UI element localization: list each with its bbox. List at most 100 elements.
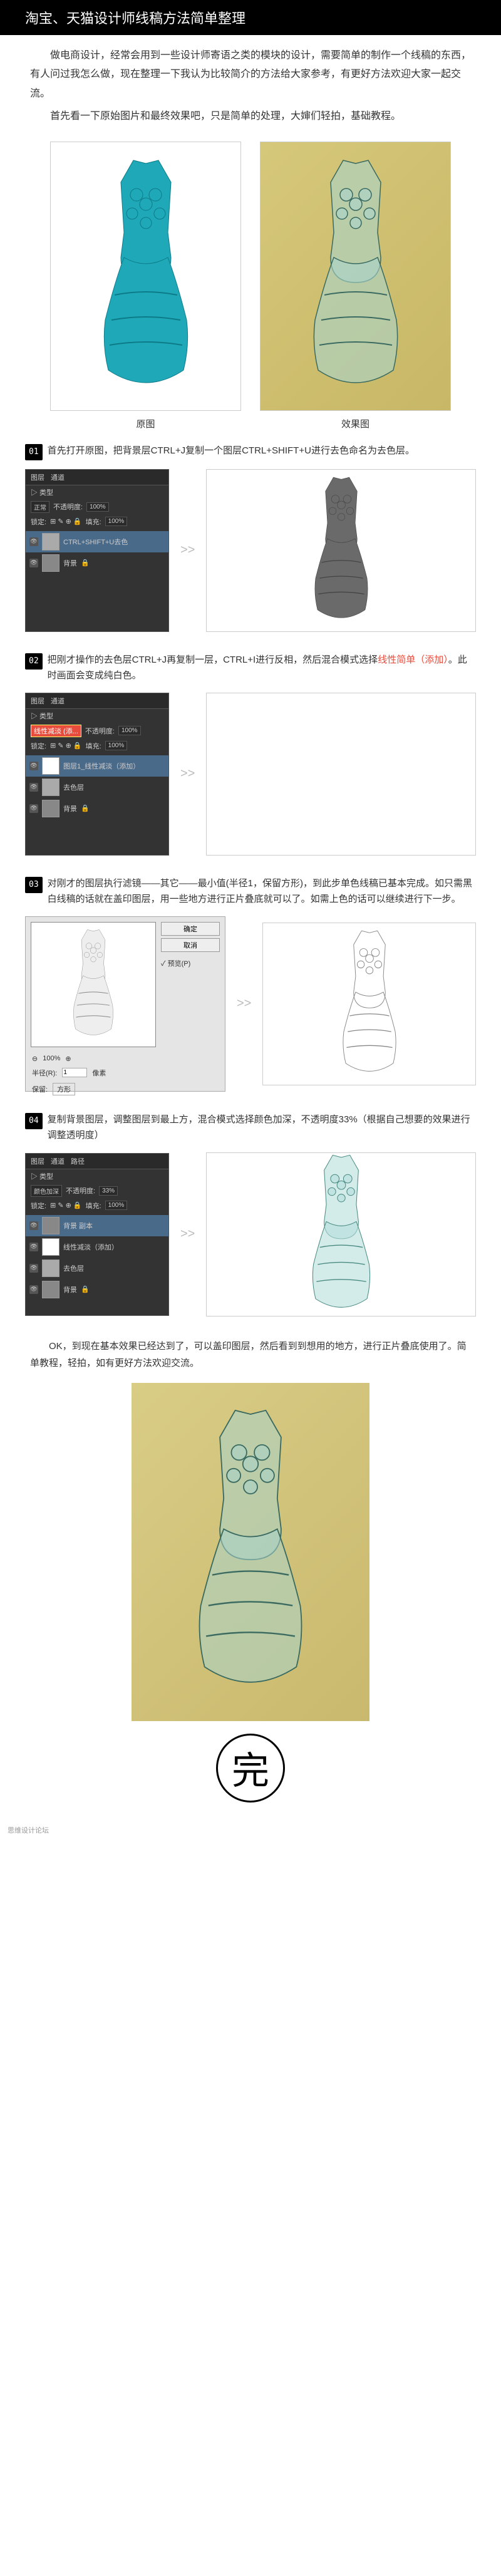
- original-image: [50, 142, 241, 411]
- arrow-icon: >>: [177, 1227, 199, 1241]
- layer-label: 图层1_线性减淡（添加）: [63, 761, 140, 771]
- ps-layers-panel-04: 图层通道路径 ▷ 类型 颜色加深不透明度:33% 锁定:⊞ ✎ ⊕ 🔒填充:10…: [25, 1153, 169, 1316]
- eye-icon[interactable]: 👁: [29, 1221, 38, 1230]
- radius-input[interactable]: [62, 1068, 87, 1077]
- fill-label: 填充:: [86, 1201, 101, 1211]
- opacity-value[interactable]: 33%: [99, 1186, 118, 1196]
- layer-label: 去色层: [63, 782, 84, 792]
- opacity-value[interactable]: 100%: [118, 726, 141, 735]
- eye-icon[interactable]: 👁: [29, 804, 38, 813]
- layer-bg[interactable]: 👁 背景 🔒: [26, 1279, 168, 1300]
- step1-result: [206, 469, 476, 632]
- layer-label: 背景: [63, 1285, 77, 1295]
- step-num-01: 01: [25, 444, 43, 460]
- filter-preview: [31, 922, 156, 1047]
- keep-label: 保留:: [32, 1084, 48, 1094]
- layer-bg[interactable]: 👁 背景 🔒: [26, 798, 168, 819]
- final-image: [132, 1383, 369, 1721]
- eye-icon[interactable]: 👁: [29, 559, 38, 567]
- filter-dialog: 确定 取消 ✓ 预览(P) ⊖100%⊕ 半径(R):像素 保留:方形: [25, 916, 225, 1092]
- fill-label: 填充:: [86, 517, 101, 527]
- layer-label: 背景 副本: [63, 1221, 93, 1231]
- blend-select[interactable]: 正常: [31, 501, 49, 513]
- eye-icon[interactable]: 👁: [29, 1285, 38, 1294]
- final-text: OK，到现在基本效果已经达到了，可以盖印图层，然后看到到想用的地方，进行正片叠底…: [0, 1328, 501, 1377]
- layer-bg[interactable]: 👁 背景 🔒: [26, 552, 168, 574]
- arrow-icon: >>: [177, 543, 199, 557]
- arrow-icon: >>: [177, 767, 199, 781]
- eye-icon[interactable]: 👁: [29, 783, 38, 792]
- step2-result: [206, 693, 476, 856]
- layer-label: 背景: [63, 804, 77, 814]
- layer-linear[interactable]: 👁 图层1_线性减淡（添加）: [26, 755, 168, 777]
- step-num-02: 02: [25, 653, 43, 670]
- layer-bgcopy[interactable]: 👁 背景 副本: [26, 1215, 168, 1236]
- intro-p2: 首先看一下原始图片和最终效果吧，只是简单的处理，大婶们轻拍，基础教程。: [30, 107, 471, 126]
- layer-label: CTRL+SHIFT+U去色: [63, 537, 128, 547]
- tab-channels[interactable]: 通道: [51, 1156, 65, 1166]
- kind-label: ▷ 类型: [31, 1171, 53, 1181]
- intro-block: 做电商设计，经常会用到一些设计师寄语之类的模块的设计，需要简单的制作一个线稿的东…: [0, 35, 501, 135]
- eye-icon[interactable]: 👁: [29, 1243, 38, 1251]
- radius-label: 半径(R):: [32, 1068, 57, 1078]
- blend-select-highlighted[interactable]: 线性减淡 (添...: [31, 725, 81, 737]
- ps-layers-panel-02: 图层通道 ▷ 类型 线性减淡 (添...不透明度:100% 锁定:⊞ ✎ ⊕ 🔒…: [25, 693, 169, 856]
- footer-credit: 思维设计论坛: [0, 1821, 501, 1839]
- page-title: 淘宝、天猫设计师线稿方法简单整理: [0, 0, 501, 35]
- fill-label: 填充:: [86, 741, 101, 751]
- fill-value[interactable]: 100%: [105, 741, 128, 750]
- step-num-04: 04: [25, 1113, 43, 1129]
- step-text-04: 复制背景图层，调整图层到最上方，混合模式选择颜色加深，不透明度33%（根据自己想…: [48, 1112, 476, 1144]
- blend-select[interactable]: 颜色加深: [31, 1185, 62, 1197]
- step4-result: [206, 1152, 476, 1316]
- layer-label: 线性减淡（添加）: [63, 1242, 118, 1252]
- tab-layers[interactable]: 图层: [31, 472, 44, 482]
- cancel-button[interactable]: 取消: [161, 938, 220, 952]
- step3-result: [262, 923, 476, 1085]
- tab-paths[interactable]: 路径: [71, 1156, 85, 1166]
- eye-icon[interactable]: 👁: [29, 537, 38, 546]
- keep-select[interactable]: 方形: [53, 1083, 75, 1095]
- layer-desat[interactable]: 👁 去色层: [26, 777, 168, 798]
- opacity-label: 不透明度:: [66, 1186, 95, 1196]
- fill-value[interactable]: 100%: [105, 1201, 128, 1210]
- kind-label: ▷ 类型: [31, 711, 53, 721]
- step-text-03: 对刚才的图层执行滤镜——其它——最小值(半径1，保留方形)，到此步单色线稿已基本…: [48, 876, 476, 908]
- eye-icon[interactable]: 👁: [29, 1264, 38, 1273]
- step-text-01: 首先打开原图，把背景层CTRL+J复制一个图层CTRL+SHIFT+U进行去色命…: [48, 443, 476, 459]
- preview-checkbox[interactable]: ✓ 预览(P): [161, 958, 220, 968]
- px-label: 像素: [92, 1068, 106, 1078]
- lock-icon: 🔒: [81, 559, 90, 567]
- intro-p1: 做电商设计，经常会用到一些设计师寄语之类的模块的设计，需要简单的制作一个线稿的东…: [30, 46, 471, 103]
- ps-layers-panel-01: 图层通道 ▷ 类型 正常不透明度:100% 锁定:⊞ ✎ ⊕ 🔒填充:100% …: [25, 469, 169, 632]
- lock-label: 锁定:: [31, 517, 46, 527]
- lock-icon: 🔒: [81, 1285, 90, 1293]
- fill-value[interactable]: 100%: [105, 517, 128, 526]
- kind-label: ▷ 类型: [31, 487, 53, 497]
- tab-layers[interactable]: 图层: [31, 1156, 44, 1166]
- step-text-02: 把刚才操作的去色层CTRL+J再复制一层，CTRL+I进行反相，然后混合模式选择…: [48, 652, 476, 684]
- layer-merge[interactable]: 👁 线性减淡（添加）: [26, 1236, 168, 1258]
- tab-channels[interactable]: 通道: [51, 696, 65, 706]
- eye-icon[interactable]: 👁: [29, 762, 38, 770]
- step-num-03: 03: [25, 877, 43, 893]
- tab-channels[interactable]: 通道: [51, 472, 65, 482]
- lock-label: 锁定:: [31, 1201, 46, 1211]
- opacity-label: 不透明度:: [53, 502, 83, 512]
- lock-label: 锁定:: [31, 741, 46, 751]
- end-seal: 完: [216, 1734, 285, 1803]
- caption-result: 效果图: [260, 411, 451, 430]
- arrow-icon: >>: [233, 996, 255, 1011]
- opacity-value[interactable]: 100%: [86, 502, 109, 512]
- compare-row: 原图 效果图: [0, 135, 501, 434]
- result-image: [260, 142, 451, 411]
- layer-desat[interactable]: 👁 去色层: [26, 1258, 168, 1279]
- layer-label: 去色层: [63, 1263, 84, 1273]
- layer-desat[interactable]: 👁 CTRL+SHIFT+U去色: [26, 531, 168, 552]
- opacity-label: 不透明度:: [85, 726, 115, 736]
- lock-icon: 🔒: [81, 804, 90, 812]
- ok-button[interactable]: 确定: [161, 922, 220, 936]
- layer-label: 背景: [63, 558, 77, 568]
- tab-layers[interactable]: 图层: [31, 696, 44, 706]
- caption-original: 原图: [50, 411, 241, 430]
